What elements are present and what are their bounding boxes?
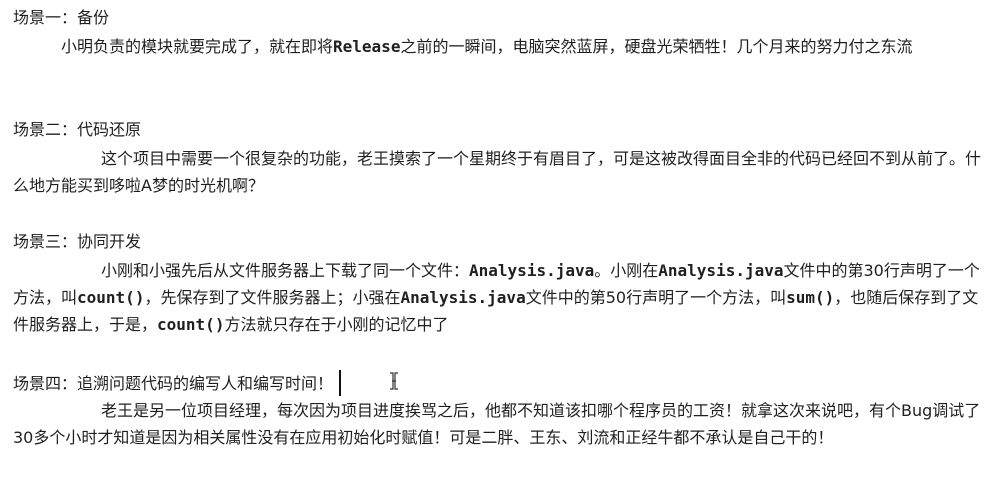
scene-3-code-count: count(): [77, 288, 145, 307]
scene-1-heading: 场景一：备份: [13, 8, 110, 27]
scene-3-code-sum: sum(): [786, 288, 835, 307]
scene-3-text: 小刚和小强先后从文件服务器上下载了同一个文件：: [101, 261, 470, 280]
scene-3-code-count: count(): [157, 315, 225, 334]
scene-4-text: 老王是另一位项目经理，每次因为项目进度挨骂之后，他都不知道该扣哪个程序员的工资！…: [13, 401, 981, 447]
scene-4-heading-text: 场景四：追溯问题代码的编写人和编写时间！: [13, 374, 334, 393]
scene-3-text: 文件中的第50行声明了一个方法，叫: [525, 288, 787, 307]
scene-3-paragraph[interactable]: 小刚和小强先后从文件服务器上下载了同一个文件：Analysis.java。小刚在…: [13, 257, 983, 338]
text-caret: [339, 370, 342, 396]
scene-3-heading: 场景三：协同开发: [13, 232, 142, 251]
scene-4-heading[interactable]: 场景四：追溯问题代码的编写人和编写时间！: [13, 370, 342, 396]
scene-2-heading: 场景二：代码还原: [13, 120, 142, 139]
scene-1-text: 之前的一瞬间，电脑突然蓝屏，硬盘光荣牺牲！几个月来的努力付之东流: [400, 37, 913, 56]
scene-1-code-release: Release: [333, 37, 401, 56]
scene-1-text: 小明负责的模块就要完成了，就在即将: [61, 37, 334, 56]
scene-1-paragraph[interactable]: 小明负责的模块就要完成了，就在即将Release之前的一瞬间，电脑突然蓝屏，硬盘…: [13, 33, 983, 60]
scene-3-text: 方法就只存在于小刚的记忆中了: [224, 315, 449, 334]
scene-3-code-filename: Analysis.java: [469, 261, 595, 280]
scene-3-code-filename: Analysis.java: [658, 261, 784, 280]
scene-2-text: 这个项目中需要一个很复杂的功能，老王摸索了一个星期终于有眉目了，可是这被改得面目…: [13, 149, 982, 195]
scene-3-text: 。小刚在: [594, 261, 659, 280]
ibeam-cursor-icon: [390, 372, 398, 390]
scene-2-paragraph[interactable]: 这个项目中需要一个很复杂的功能，老王摸索了一个星期终于有眉目了，可是这被改得面目…: [13, 145, 983, 199]
document-page: 场景一：备份 小明负责的模块就要完成了，就在即将Release之前的一瞬间，电脑…: [0, 0, 990, 489]
scene-4-paragraph[interactable]: 老王是另一位项目经理，每次因为项目进度挨骂之后，他都不知道该扣哪个程序员的工资！…: [13, 397, 983, 451]
scene-3-code-filename: Analysis.java: [400, 288, 526, 307]
scene-3-text: ，先保存到了文件服务器上；小强在: [144, 288, 401, 307]
